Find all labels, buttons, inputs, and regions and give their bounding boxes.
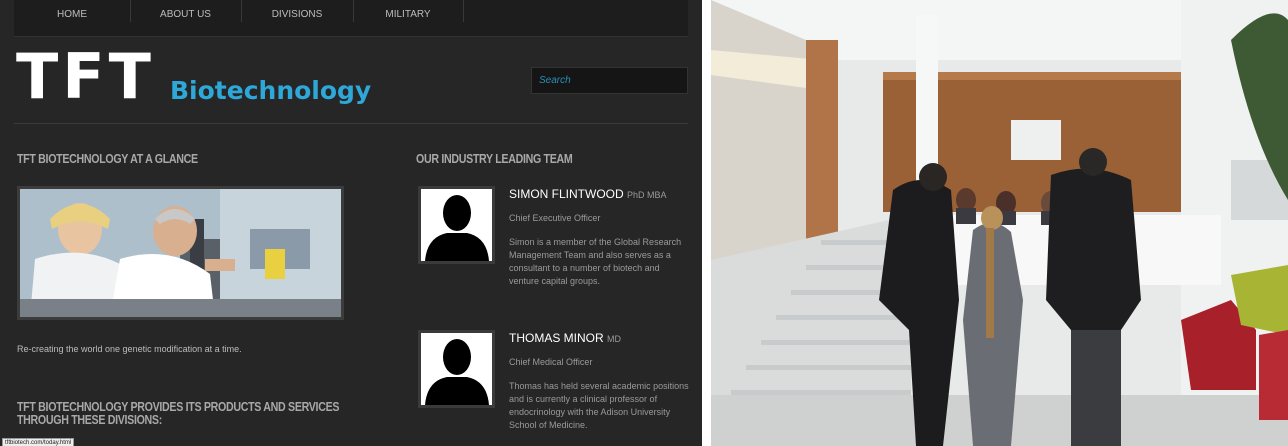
member-name-text[interactable]: THOMAS MINOR xyxy=(509,331,604,345)
member-role: Chief Executive Officer xyxy=(509,213,601,223)
member-name-text[interactable]: SIMON FLINTWOOD xyxy=(509,187,624,201)
logo-tft[interactable]: TFT xyxy=(16,46,155,108)
nav-home[interactable]: HOME xyxy=(14,0,131,22)
divisions-heading-line2: THROUGH THESE DIVISIONS: xyxy=(17,412,162,427)
nav-about-us[interactable]: ABOUT US xyxy=(130,0,242,22)
member-bio: Thomas has held several academic positio… xyxy=(509,381,689,430)
logo-biotechnology[interactable]: Biotechnology xyxy=(170,76,371,105)
glance-heading: TFT BIOTECHNOLOGY AT A GLANCE xyxy=(17,151,198,166)
lab-photo-image xyxy=(20,189,341,317)
team-heading: OUR INDUSTRY LEADING TEAM xyxy=(416,151,573,166)
member-credentials: PhD MBA xyxy=(627,190,667,200)
avatar xyxy=(418,330,495,408)
member-role: Chief Medical Officer xyxy=(509,357,593,367)
member-name[interactable]: THOMAS MINOR MD xyxy=(509,331,621,345)
member-bio: Simon is a member of the Global Research… xyxy=(509,237,682,286)
member-credentials: MD xyxy=(607,334,622,344)
member-name[interactable]: SIMON FLINTWOOD PhD MBA xyxy=(509,187,667,201)
status-bar-url: tftbiotech.com/today.html xyxy=(2,438,75,446)
lobby-photo-image xyxy=(711,0,1288,446)
glance-tagline: Re-creating the world one genetic modifi… xyxy=(17,344,242,354)
avatar xyxy=(418,186,495,264)
lab-photo xyxy=(17,186,344,320)
nav-divisions[interactable]: DIVISIONS xyxy=(241,0,354,22)
person-silhouette-icon xyxy=(425,195,489,261)
header-divider xyxy=(14,123,688,124)
search-input[interactable] xyxy=(531,67,688,94)
website-screenshot: HOME ABOUT US DIVISIONS MILITARY TFT Bio… xyxy=(0,0,702,446)
nav-military[interactable]: MILITARY xyxy=(353,0,464,22)
person-silhouette-icon xyxy=(425,339,489,405)
lobby-photo xyxy=(711,0,1288,446)
main-nav: HOME ABOUT US DIVISIONS MILITARY xyxy=(14,0,688,37)
